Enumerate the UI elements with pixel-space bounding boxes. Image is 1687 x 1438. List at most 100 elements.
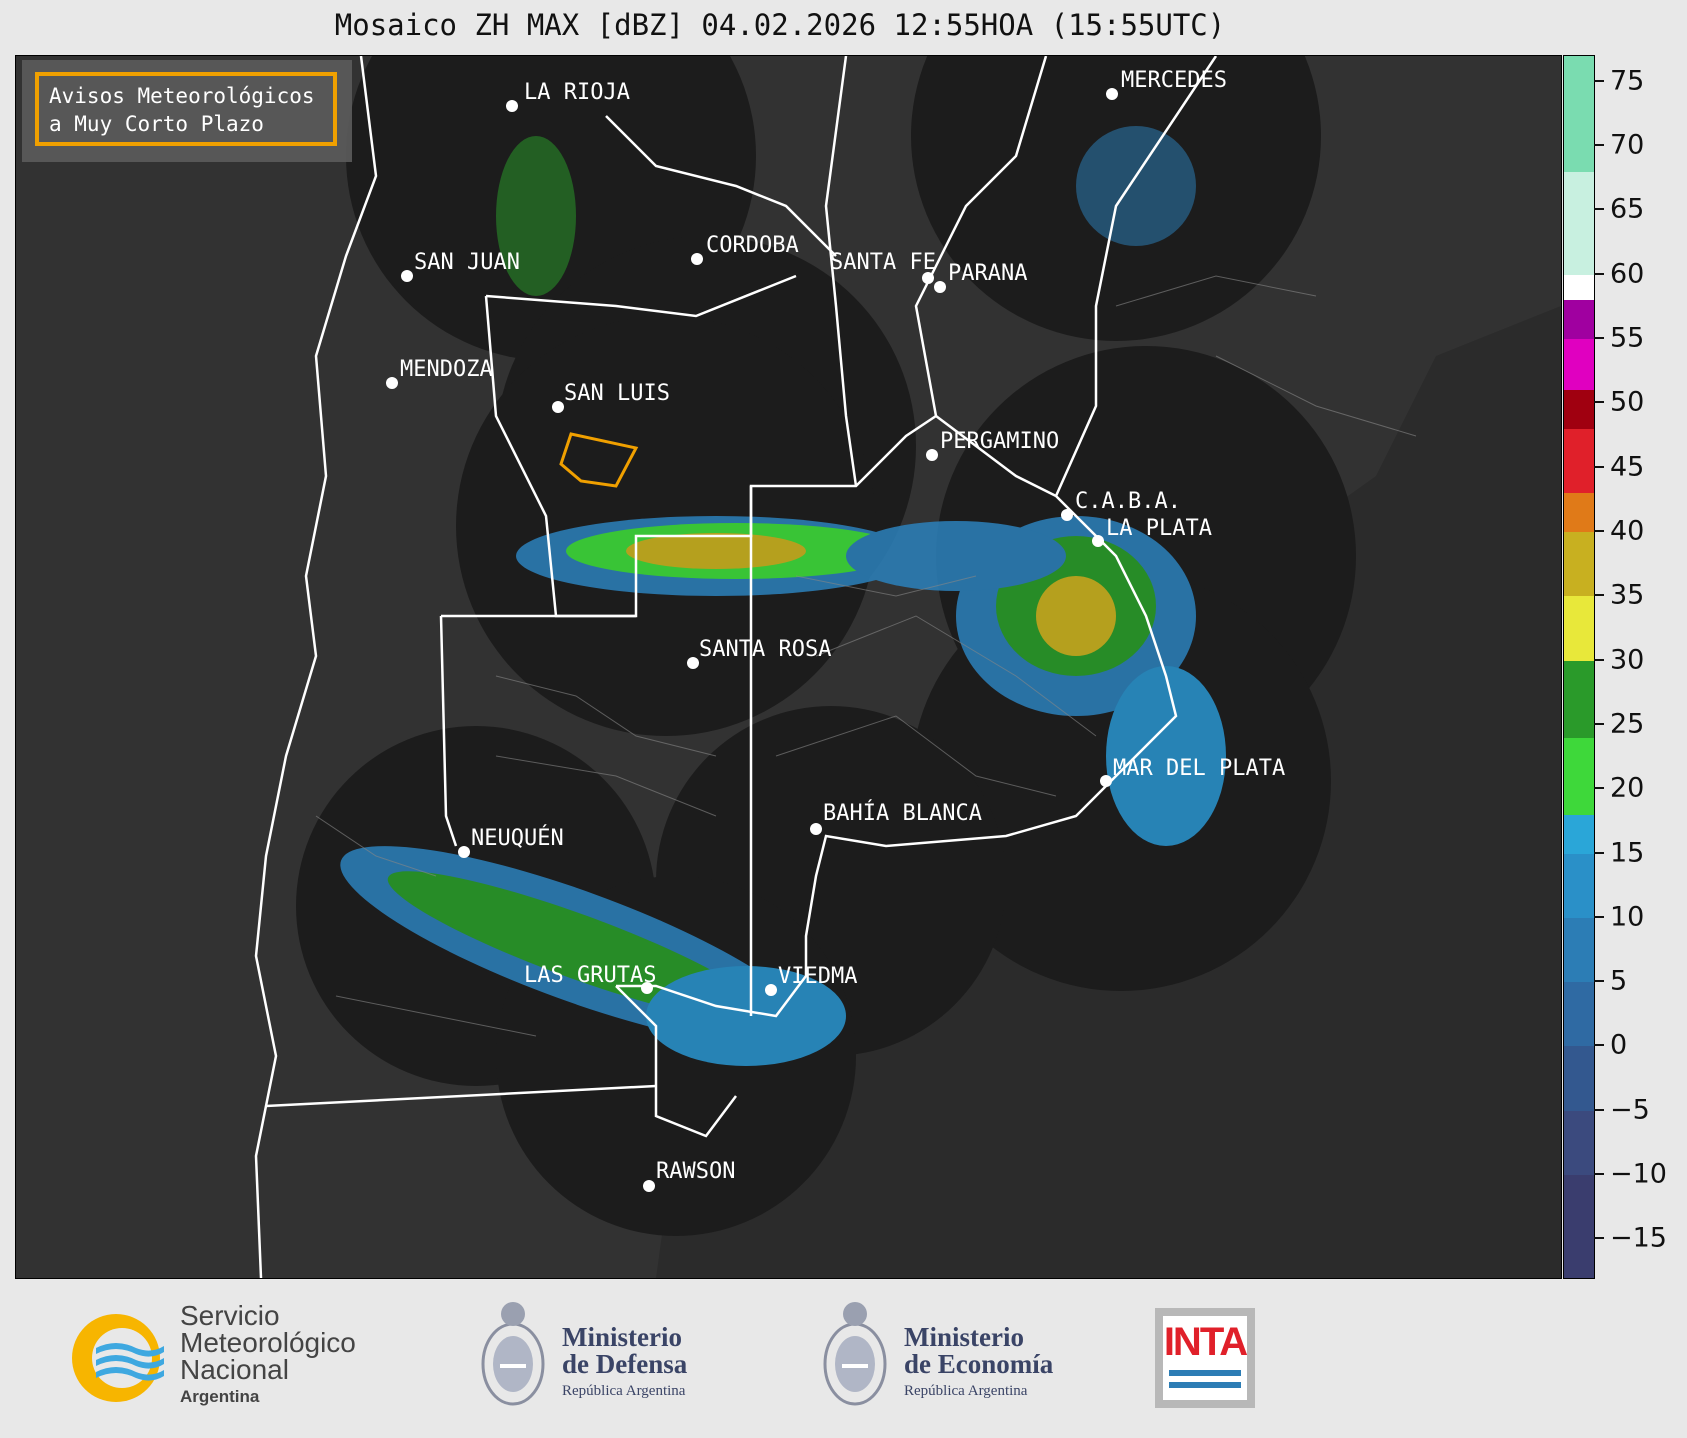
color-scale-tick xyxy=(1594,1237,1604,1240)
color-scale-tick xyxy=(1594,915,1604,918)
color-scale-segment xyxy=(1564,1110,1594,1176)
color-scale-segment xyxy=(1564,493,1594,532)
color-scale-tick-label: 5 xyxy=(1610,965,1628,997)
city-label: NEUQUÉN xyxy=(471,825,564,851)
economia-logo xyxy=(820,1298,890,1416)
defensa-wordmark: Ministerio de Defensa República Argentin… xyxy=(562,1324,687,1405)
color-scale-segment xyxy=(1564,429,1594,494)
color-scale-tick-label: 35 xyxy=(1610,579,1645,611)
defensa-line-3: República Argentina xyxy=(562,1383,686,1399)
color-scale-segment xyxy=(1564,814,1594,854)
economia-wordmark: Ministerio de Economía República Argenti… xyxy=(904,1324,1053,1405)
smn-logo xyxy=(66,1308,166,1408)
economia-line-1: Ministerio xyxy=(904,1322,1024,1352)
smn-line-4: Argentina xyxy=(180,1387,260,1406)
color-scale-tick-label: 10 xyxy=(1610,901,1645,933)
color-scale-segment xyxy=(1564,171,1594,275)
notice-line-2: a Muy Corto Plazo xyxy=(49,112,264,136)
city-label: SAN JUAN xyxy=(414,250,520,275)
color-scale-tick xyxy=(1594,144,1604,147)
color-scale-tick xyxy=(1594,722,1604,725)
smn-line-3: Nacional xyxy=(180,1354,289,1385)
color-scale-tick xyxy=(1594,529,1604,532)
city-label: C.A.B.A. xyxy=(1075,489,1181,514)
notice-label[interactable]: Avisos Meteorológicos a Muy Corto Plazo xyxy=(35,72,337,146)
color-scale-tick xyxy=(1594,658,1604,661)
defensa-logo xyxy=(478,1298,548,1416)
city-label: MAR DEL PLATA xyxy=(1113,756,1285,781)
color-scale-tick xyxy=(1594,272,1604,275)
coat-of-arms-icon xyxy=(823,1302,887,1406)
color-scale-tick-label: 65 xyxy=(1610,193,1645,225)
city-label: PARANA xyxy=(948,261,1027,286)
color-scale-segment xyxy=(1564,1175,1594,1278)
color-scale-segment xyxy=(1564,338,1594,391)
economia-line-3: República Argentina xyxy=(904,1383,1028,1399)
color-scale-tick-label: 0 xyxy=(1610,1029,1628,1061)
color-scale-segment xyxy=(1564,1046,1594,1111)
economia-line-2: de Economía xyxy=(904,1349,1054,1379)
color-scale-segment xyxy=(1564,660,1594,738)
smn-wordmark: Servicio Meteorológico Nacional Argentin… xyxy=(180,1302,356,1410)
radar-map[interactable]: LA RIOJA MERCEDES CORDOBA SAN JUAN SANTA… xyxy=(15,55,1562,1279)
color-scale-tick-label: 75 xyxy=(1610,65,1645,97)
color-scale-segment xyxy=(1564,390,1594,430)
defensa-line-1: Ministerio xyxy=(562,1322,682,1352)
color-scale-tick xyxy=(1594,1108,1604,1111)
color-scale-tick xyxy=(1594,851,1604,854)
color-scale-tick-label: 45 xyxy=(1610,451,1645,483)
defensa-line-2: de Defensa xyxy=(562,1349,688,1379)
color-scale-tick xyxy=(1594,79,1604,82)
city-label: LA RIOJA xyxy=(524,80,630,105)
color-scale-segment xyxy=(1564,531,1594,597)
color-scale-tick xyxy=(1594,465,1604,468)
map-canvas: LA RIOJA MERCEDES CORDOBA SAN JUAN SANTA… xyxy=(16,56,1561,1278)
city-label: LA PLATA xyxy=(1106,516,1212,541)
city-label: BAHÍA BLANCA xyxy=(823,800,982,826)
color-scale-segment xyxy=(1564,982,1594,1047)
color-scale-tick xyxy=(1594,1173,1604,1176)
city-label: VIEDMA xyxy=(778,964,857,989)
color-scale-segment xyxy=(1564,596,1594,661)
coat-of-arms-icon xyxy=(481,1302,545,1406)
color-scale-tick xyxy=(1594,208,1604,211)
color-scale-segment xyxy=(1564,737,1594,815)
color-scale-bar xyxy=(1563,55,1595,1279)
smn-line-2: Meteorológico xyxy=(180,1327,356,1358)
city-label: RAWSON xyxy=(656,1159,735,1184)
city-label: SANTA FE xyxy=(830,250,936,275)
smn-emblem-icon xyxy=(72,1314,164,1402)
city-label: MERCEDES xyxy=(1121,68,1227,93)
color-scale-tick xyxy=(1594,787,1604,790)
city-label: MENDOZA xyxy=(400,357,493,382)
color-scale-tick-label: 55 xyxy=(1610,322,1645,354)
color-scale-tick xyxy=(1594,336,1604,339)
smn-line-1: Servicio xyxy=(180,1300,280,1331)
logos-footer: Servicio Meteorológico Nacional Argentin… xyxy=(0,1280,1687,1438)
color-scale-tick-label: 30 xyxy=(1610,644,1645,676)
color-scale-segment xyxy=(1564,300,1594,339)
city-label: SAN LUIS xyxy=(564,381,670,406)
color-scale-tick-label: 40 xyxy=(1610,515,1645,547)
color-scale-tick-label: 20 xyxy=(1610,772,1645,804)
notice-line-1: Avisos Meteorológicos xyxy=(49,84,315,108)
color-scale-segment xyxy=(1564,917,1594,983)
color-scale-segment xyxy=(1564,56,1594,172)
color-scale-tick xyxy=(1594,401,1604,404)
color-scale-segment xyxy=(1564,853,1594,918)
color-scale-tick-label: 15 xyxy=(1610,837,1645,869)
color-scale-tick xyxy=(1594,1044,1604,1047)
color-scale-tick xyxy=(1594,594,1604,597)
color-scale-tick-label: 25 xyxy=(1610,708,1645,740)
map-title: Mosaico ZH MAX [dBZ] 04.02.2026 12:55HOA… xyxy=(334,8,1226,42)
inta-wordmark: INTA xyxy=(1163,1320,1248,1364)
color-scale-tick-label: 60 xyxy=(1610,258,1645,290)
color-scale-tick-label: 70 xyxy=(1610,129,1645,161)
color-scale-tick-label: −5 xyxy=(1610,1094,1650,1126)
color-scale-segment xyxy=(1564,274,1594,301)
color-scale-tick-label: 50 xyxy=(1610,386,1645,418)
inta-logo: INTA xyxy=(1155,1308,1255,1408)
color-scale-tick-label: −15 xyxy=(1610,1222,1667,1254)
city-label: LAS GRUTAS xyxy=(524,963,656,988)
color-scale-tick xyxy=(1594,980,1604,983)
